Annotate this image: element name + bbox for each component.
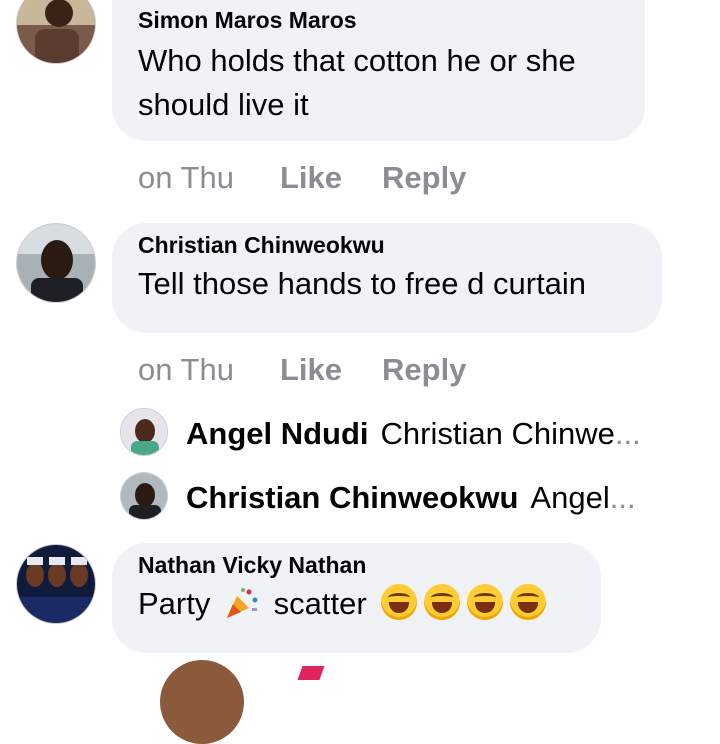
avatar[interactable] [16, 544, 96, 624]
comment-text: Tell those hands to free d curtain [138, 266, 587, 301]
partial-sticker [297, 666, 325, 680]
reply-preview[interactable]: Christian Chinweokwu Angel... [186, 480, 636, 516]
reply-text: Christian Chinwe [380, 416, 615, 451]
party-popper-icon [225, 586, 259, 620]
reply-author[interactable]: Christian Chinweokwu [186, 480, 518, 515]
timestamp[interactable]: on Thu [138, 160, 234, 196]
comment-text: Who holds that cotton he or she should l… [138, 43, 576, 122]
tears-of-joy-icon [467, 584, 504, 620]
reply-ellipsis: ... [609, 480, 636, 515]
reaction-emojis [381, 584, 553, 621]
timestamp[interactable]: on Thu [138, 352, 234, 388]
tears-of-joy-icon [381, 584, 418, 620]
like-button[interactable]: Like [280, 160, 342, 196]
reply-preview[interactable]: Angel Ndudi Christian Chinwe... [186, 416, 641, 452]
tears-of-joy-icon [424, 584, 461, 620]
comment-author[interactable]: Nathan Vicky Nathan [138, 551, 575, 579]
avatar[interactable] [16, 223, 96, 303]
reply-avatar[interactable] [120, 408, 168, 456]
comment-bubble: Christian Chinweokwu Tell those hands to… [112, 223, 662, 333]
avatar[interactable] [160, 660, 244, 744]
reply-button[interactable]: Reply [382, 352, 466, 388]
reply-text: Angel [530, 480, 610, 515]
comment-bubble: Nathan Vicky Nathan Party scatter [112, 543, 601, 653]
avatar-photo [121, 409, 167, 455]
tears-of-joy-icon [510, 584, 547, 620]
reply-avatar[interactable] [120, 472, 168, 520]
avatar-photo [17, 0, 95, 63]
reply-ellipsis: ... [614, 416, 641, 451]
avatar-photo [17, 545, 95, 623]
comment-author[interactable]: Simon Maros Maros [138, 6, 619, 34]
avatar[interactable] [16, 0, 96, 64]
reply-author[interactable]: Angel Ndudi [186, 416, 369, 451]
reply-button[interactable]: Reply [382, 160, 466, 196]
avatar-photo [17, 224, 95, 302]
like-button[interactable]: Like [280, 352, 342, 388]
comment-author[interactable]: Christian Chinweokwu [138, 231, 636, 259]
comment-text: Party scatter [138, 582, 575, 626]
comment-bubble: Simon Maros Maros Who holds that cotton … [112, 0, 645, 141]
avatar-photo [121, 473, 167, 519]
